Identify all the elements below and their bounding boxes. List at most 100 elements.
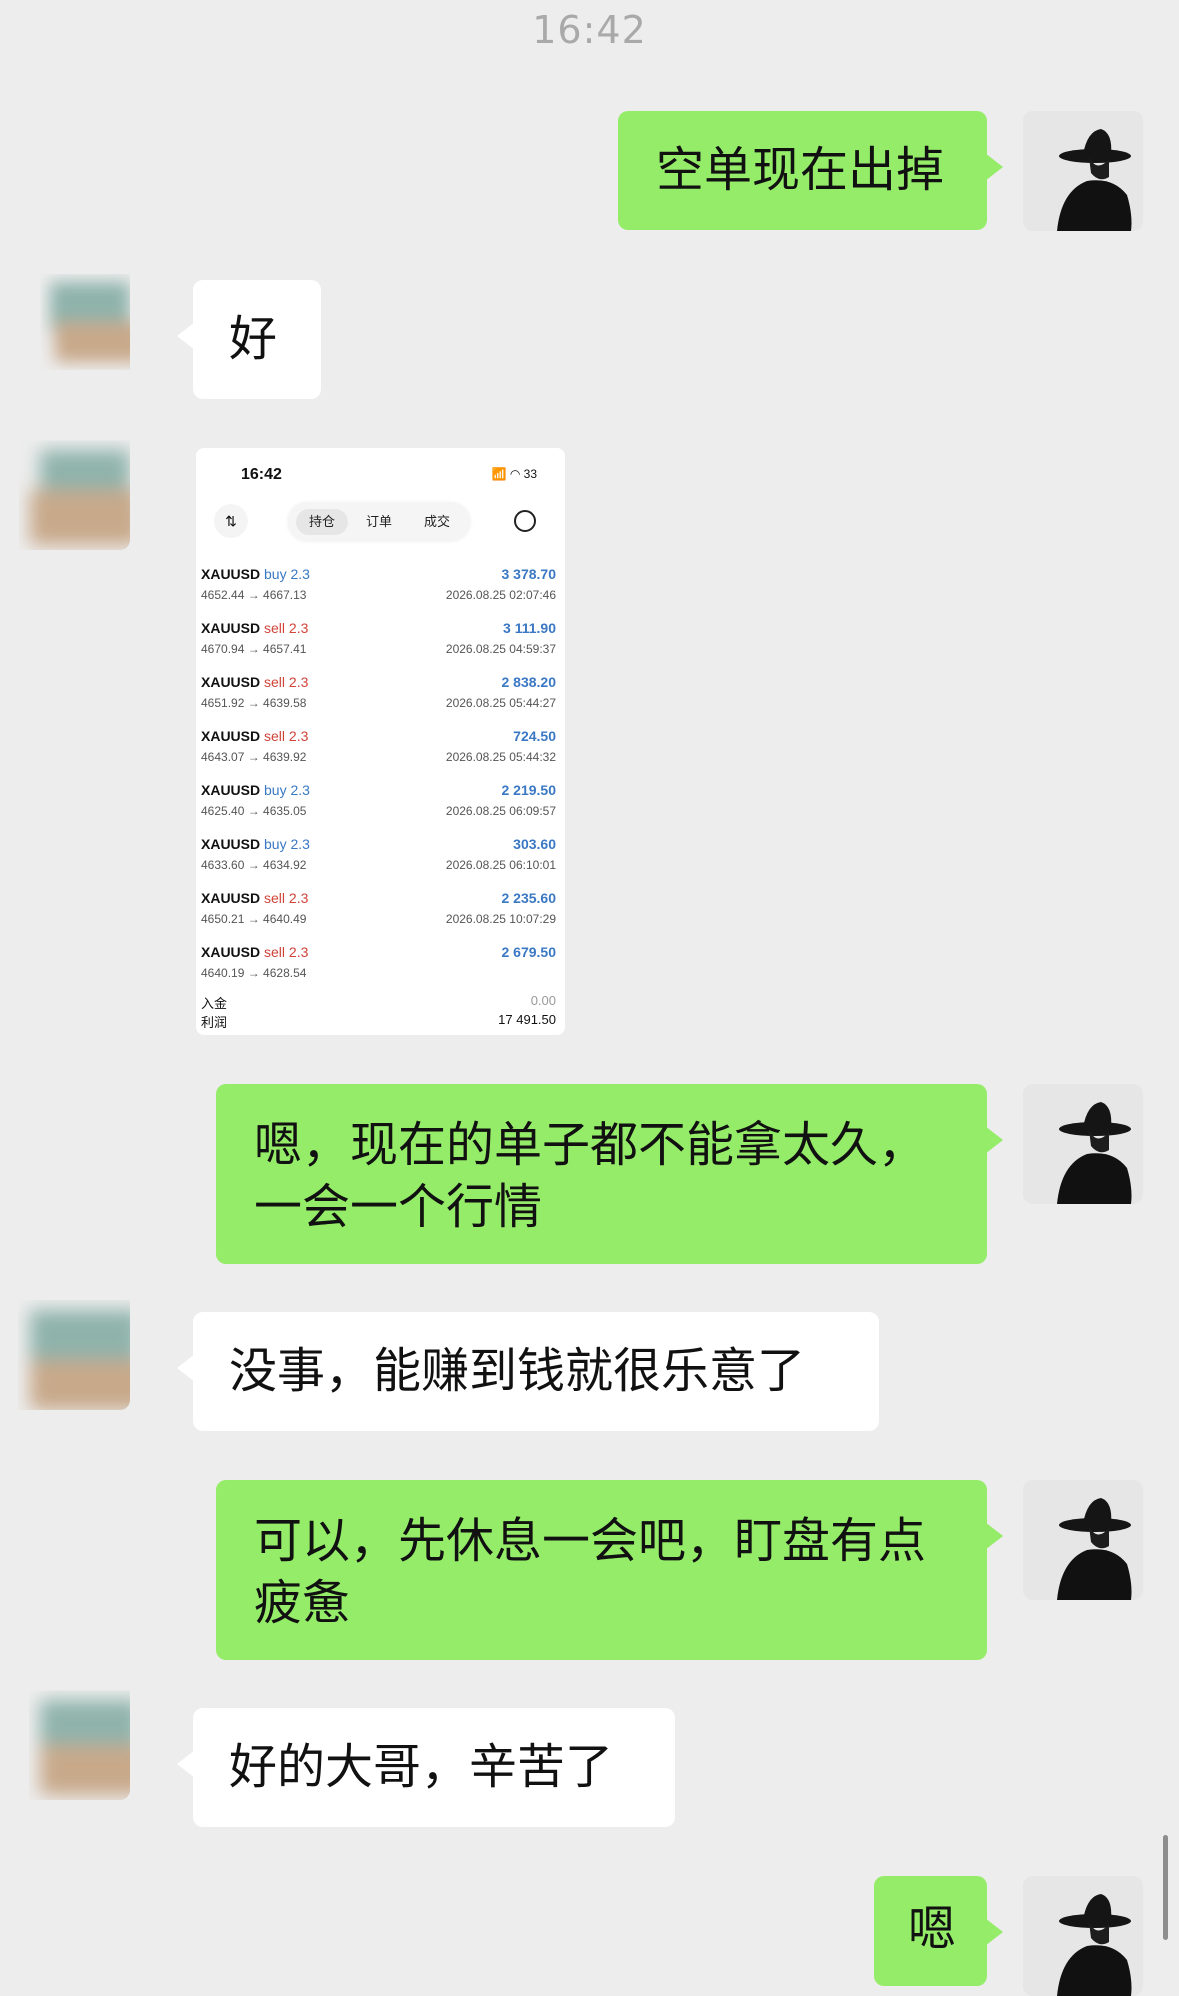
profit-label: 利润 xyxy=(201,1015,228,1030)
trade-row: XAUUSD sell 2.3 4651.92 → 4639.58 2 838.20… xyxy=(201,666,556,720)
message-bubble-sent[interactable]: 空单现在出掉 xyxy=(618,111,1003,230)
trade-profit: 2 219.50 xyxy=(501,782,557,798)
trade-profit: 2 235.60 xyxy=(501,890,557,906)
screenshot-tab-bar: 持仓 订单 成交 xyxy=(288,502,470,540)
hat-figure-icon xyxy=(1023,1084,1143,1204)
trade-profit: 724.50 xyxy=(513,728,556,744)
status-icons: 📶 ◠ 33 xyxy=(491,467,537,481)
trade-side: sell xyxy=(264,620,286,636)
trade-lot: 2.3 xyxy=(288,728,309,744)
trade-lot: 2.3 xyxy=(288,620,309,636)
clock-icon xyxy=(514,510,536,532)
hat-figure-icon xyxy=(1023,1876,1143,1996)
trade-time: 2026.08.25 04:59:37 xyxy=(445,642,556,656)
blurred-avatar-icon xyxy=(30,1310,130,1410)
trade-prices: 4650.21 → 4640.49 xyxy=(201,912,307,926)
trade-profit: 3 378.70 xyxy=(501,566,557,582)
message-text: 空单现在出掉 xyxy=(656,142,945,198)
screenshot-status-time: 16:42 xyxy=(241,466,282,483)
profit-total: 17 491.50 xyxy=(498,1012,556,1027)
trade-symbol: XAUUSD buy 2.3 xyxy=(201,782,310,798)
trade-row: XAUUSD sell 2.3 4643.07 → 4639.92 724.50 20… xyxy=(201,720,556,774)
trade-lot: 2.3 xyxy=(290,782,310,798)
trade-prices: 4670.94 → 4657.41 xyxy=(201,642,307,656)
blurred-avatar-icon xyxy=(50,282,130,362)
trade-symbol: XAUUSD sell 2.3 xyxy=(201,890,309,906)
trade-prices: 4652.44 → 4667.13 xyxy=(201,588,307,602)
trade-side: sell xyxy=(264,674,286,690)
message-bubble-received[interactable]: 没事，能赚到钱就很乐意了 xyxy=(177,1312,879,1431)
trade-prices: 4643.07 → 4639.92 xyxy=(201,750,307,764)
message-text: 嗯，现在的单子都不能拿太久，一会一个行情 xyxy=(254,1117,927,1235)
trade-lot: 2.3 xyxy=(290,566,310,582)
scrollbar[interactable] xyxy=(1163,1835,1168,1940)
message-bubble-received[interactable]: 好 xyxy=(177,280,321,399)
tab-orders: 订单 xyxy=(365,514,392,529)
trade-prices: 4625.40 → 4635.05 xyxy=(201,804,307,818)
trade-time: 2026.08.25 05:44:27 xyxy=(445,696,556,710)
trade-side: buy xyxy=(264,566,287,582)
trade-row: XAUUSD buy 2.3 4633.60 → 4634.92 303.60 202… xyxy=(201,828,556,882)
contact-avatar[interactable] xyxy=(10,262,130,382)
trade-row: XAUUSD sell 2.3 4670.94 → 4657.41 3 111.90… xyxy=(201,612,556,666)
message-bubble-sent[interactable]: 嗯，现在的单子都不能拿太久，一会一个行情 xyxy=(216,1084,1003,1264)
trade-side: buy xyxy=(264,836,287,852)
trade-symbol: XAUUSD sell 2.3 xyxy=(201,728,309,744)
message-text: 好 xyxy=(229,311,278,367)
trade-row: XAUUSD buy 2.3 4652.44 → 4667.13 3 378.70 2… xyxy=(201,558,556,612)
trade-symbol: XAUUSD sell 2.3 xyxy=(201,620,309,636)
my-avatar[interactable] xyxy=(1023,1480,1143,1600)
my-avatar[interactable] xyxy=(1023,1876,1143,1996)
trade-profit: 2 679.50 xyxy=(501,944,557,960)
trade-row: XAUUSD sell 2.3 4650.21 → 4640.49 2 235.60… xyxy=(201,882,556,936)
message-text: 好的大哥，辛苦了 xyxy=(229,1739,614,1795)
trade-row: XAUUSD buy 2.3 4625.40 → 4635.05 2 219.50 2… xyxy=(201,774,556,828)
message-text: 嗯 xyxy=(908,1901,957,1957)
trade-time: 2026.08.25 06:10:01 xyxy=(445,858,556,872)
my-avatar[interactable] xyxy=(1023,1084,1143,1204)
trade-symbol: XAUUSD sell 2.3 xyxy=(201,944,309,960)
hat-figure-icon xyxy=(1023,1480,1143,1600)
trade-symbol: XAUUSD sell 2.3 xyxy=(201,674,309,690)
trade-time: 2026.08.25 02:07:46 xyxy=(445,588,556,602)
trade-prices: 4640.19 → 4628.54 xyxy=(201,966,307,980)
trade-lot: 2.3 xyxy=(288,944,309,960)
trade-prices: 4651.92 → 4639.58 xyxy=(201,696,307,710)
contact-avatar[interactable] xyxy=(10,1290,130,1410)
trade-prices: 4633.60 → 4634.92 xyxy=(201,858,307,872)
chat-timestamp: 16:42 xyxy=(532,8,647,52)
trade-symbol: XAUUSD buy 2.3 xyxy=(201,566,310,582)
trade-side: buy xyxy=(264,782,287,798)
trade-row: XAUUSD sell 2.3 4640.19 → 4628.54 2 679.50 xyxy=(201,936,556,990)
trade-lot: 2.3 xyxy=(290,836,310,852)
trade-time: 2026.08.25 06:09:57 xyxy=(445,804,556,818)
trade-symbol: XAUUSD buy 2.3 xyxy=(201,836,310,852)
trade-side: sell xyxy=(264,944,286,960)
trade-profit: 2 838.20 xyxy=(501,674,557,690)
hat-figure-icon xyxy=(1023,111,1143,231)
message-text: 可以，先休息一会吧，盯盘有点疲惫 xyxy=(254,1513,927,1631)
deposit-value: 0.00 xyxy=(530,993,556,1008)
trade-time: 2026.08.25 10:07:29 xyxy=(445,912,556,926)
tab-deals: 成交 xyxy=(423,514,450,529)
blurred-avatar-icon xyxy=(40,1700,130,1795)
my-avatar[interactable] xyxy=(1023,111,1143,231)
message-bubble-sent[interactable]: 可以，先休息一会吧，盯盘有点疲惫 xyxy=(216,1480,1003,1660)
trade-lot: 2.3 xyxy=(288,890,309,906)
profit-row: 利润 17 491.50 xyxy=(201,1012,556,1031)
trade-screenshot-image[interactable]: 16:42 📶 ◠ 33 ⇅ 持仓 订单 成交 XAUUSD buy 2.3 46… xyxy=(196,448,565,1035)
deposit-label: 入金 xyxy=(201,996,228,1011)
message-bubble-received[interactable]: 好的大哥，辛苦了 xyxy=(177,1708,675,1827)
blurred-avatar-icon xyxy=(30,450,130,545)
trade-profit: 3 111.90 xyxy=(503,620,556,636)
message-text: 没事，能赚到钱就很乐意了 xyxy=(229,1343,806,1399)
contact-avatar[interactable] xyxy=(10,430,130,550)
deposit-row: 入金 0.00 xyxy=(201,993,556,1012)
trade-side: sell xyxy=(264,728,286,744)
message-bubble-sent[interactable]: 嗯 xyxy=(874,1876,1003,1986)
tab-positions: 持仓 xyxy=(296,509,348,535)
sort-icon: ⇅ xyxy=(214,504,248,538)
trade-side: sell xyxy=(264,890,286,906)
trade-profit: 303.60 xyxy=(513,836,556,852)
contact-avatar[interactable] xyxy=(10,1680,130,1800)
